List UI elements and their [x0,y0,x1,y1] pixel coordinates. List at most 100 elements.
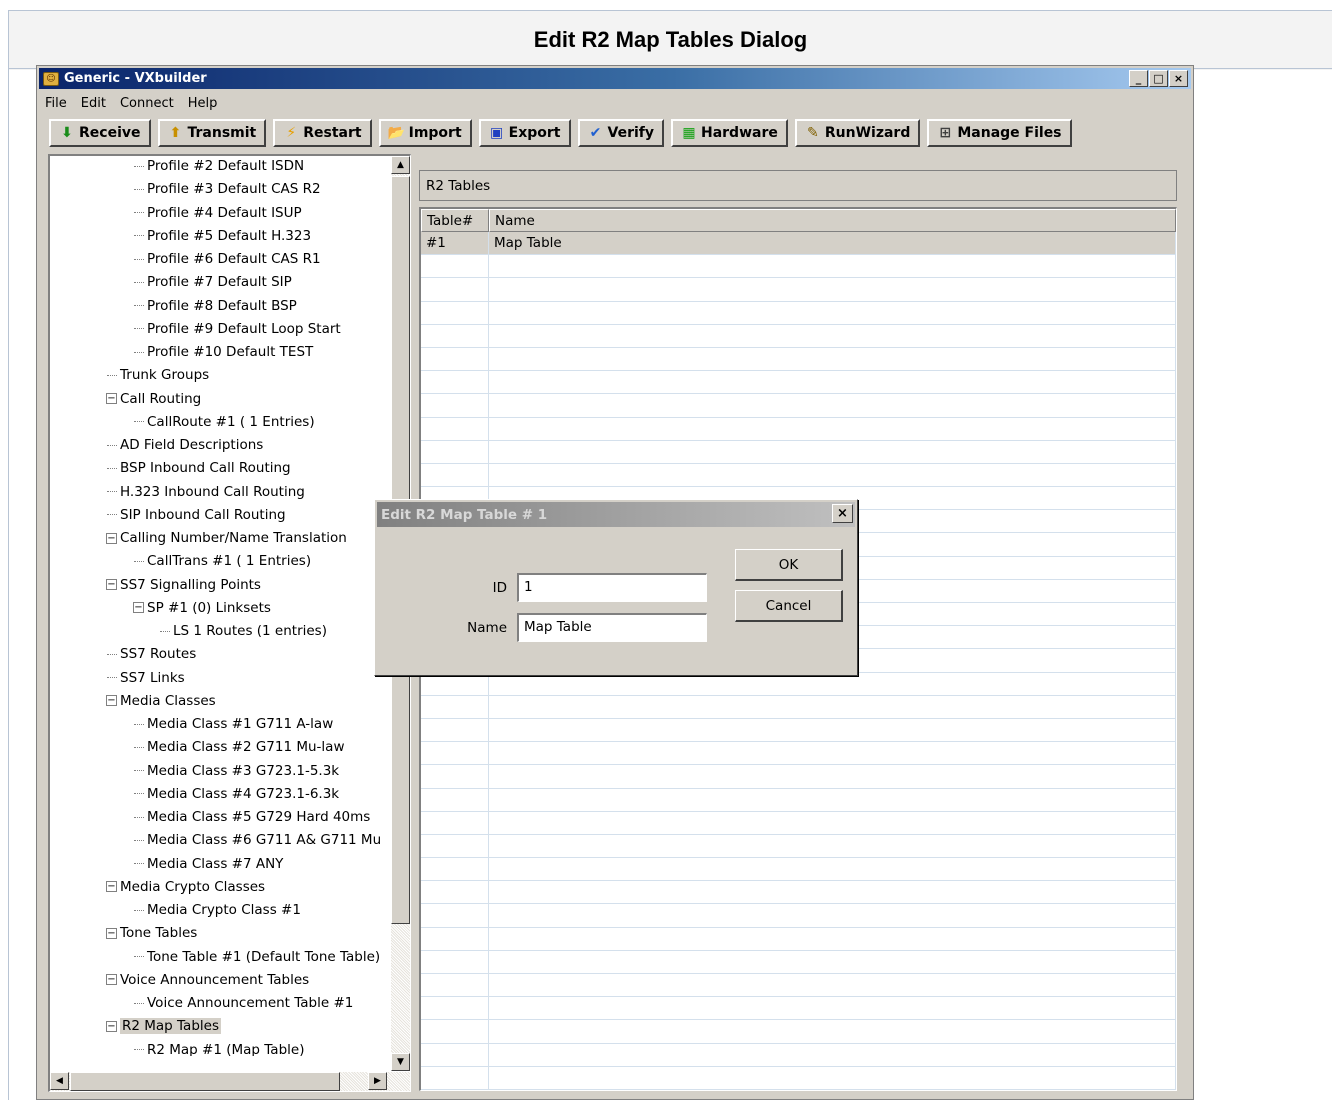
table-row[interactable]: #1 Map Table [421,232,1176,256]
menu-edit[interactable]: Edit [81,96,106,111]
name-field[interactable]: Map Table [517,613,707,642]
tree-connector [134,421,144,423]
tree-connector [134,1002,144,1004]
transmit-button[interactable]: ⬆ Transmit [157,119,267,147]
tree-content: Profile #2 Default ISDN Profile #3 Defaul… [50,156,380,1056]
cancel-button[interactable]: Cancel [735,590,843,622]
collapse-icon[interactable]: − [106,881,117,893]
tree-item[interactable]: Trunk Groups [107,365,209,385]
collapse-icon[interactable]: − [133,602,144,614]
dialog-titlebar[interactable]: Edit R2 Map Table # 1 [377,502,855,527]
tree-item[interactable]: Media Class #3 G723.1-5.3k [134,761,339,781]
tree-item[interactable]: − SS7 Signalling Points [106,575,261,595]
empty-table-row [421,950,1176,974]
tree-item[interactable]: Media Class #6 G711 A& G711 Mu [134,830,380,850]
tree-item[interactable]: AD Field Descriptions [107,435,263,455]
tree-item[interactable]: Media Class #4 G723.1-6.3k [134,784,339,804]
tree-item[interactable]: Tone Table #1 (Default Tone Table) [134,947,380,967]
menu-file[interactable]: File [45,96,67,111]
tree-item[interactable]: LS 1 Routes (1 entries) [160,621,327,641]
tree-item[interactable]: CallTrans #1 ( 1 Entries) [134,551,311,571]
tree-item[interactable]: Voice Announcement Table #1 [134,993,353,1013]
tree-item-label: Tone Tables [120,925,198,942]
tree-item[interactable]: CallRoute #1 ( 1 Entries) [134,412,315,432]
close-button[interactable]: × [1169,70,1188,87]
tree-item[interactable]: − Tone Tables [106,923,197,943]
tree-item[interactable]: Profile #3 Default CAS R2 [134,179,321,199]
scroll-up-arrow-icon[interactable]: ▲ [391,156,410,174]
manage-files-button[interactable]: ⊞ Manage Files [927,119,1072,147]
tree-item[interactable]: − Calling Number/Name Translation [106,528,347,548]
tree-item[interactable]: Profile #9 Default Loop Start [134,319,341,339]
tree-item[interactable]: − Call Routing [106,389,201,409]
column-header-table-number[interactable]: Table# [421,209,489,232]
tree-item[interactable]: SIP Inbound Call Routing [107,505,286,525]
empty-table-row [421,324,1176,348]
tree-item[interactable]: Media Class #5 G729 Hard 40ms [134,807,370,827]
menu-help[interactable]: Help [188,96,218,111]
empty-cell [421,347,489,371]
scroll-down-arrow-icon[interactable]: ▼ [391,1053,410,1071]
tree-item[interactable]: − R2 Map Tables [106,1016,221,1036]
tree-item[interactable]: BSP Inbound Call Routing [107,458,291,478]
tree-item[interactable]: − Voice Announcement Tables [106,970,309,990]
tree-item-label: Media Class #6 G711 A& G711 Mu [147,832,380,849]
tree-item-label: Media Class #4 G723.1-6.3k [147,785,340,802]
scroll-left-arrow-icon[interactable]: ◀ [50,1072,69,1090]
verify-button[interactable]: ✔ Verify [577,119,664,147]
tree-item[interactable]: SS7 Routes [107,644,196,664]
import-button[interactable]: 📂 Import [378,119,472,147]
dialog-close-button[interactable]: × [832,504,853,523]
toolbar-button-label: Verify [607,125,654,141]
runwizard-button[interactable]: ✎ RunWizard [794,119,921,147]
empty-table-row [421,811,1176,835]
maximize-button[interactable]: □ [1149,70,1168,87]
empty-cell [489,394,1176,417]
collapse-icon[interactable]: − [106,532,117,544]
collapse-icon[interactable]: − [106,1020,117,1032]
collapse-icon[interactable]: − [106,393,117,404]
menu-connect[interactable]: Connect [120,96,174,111]
tree-item-label: SS7 Routes [120,646,197,663]
tree-item-label: SP #1 (0) Linksets [147,599,271,616]
tree-item[interactable]: Media Class #7 ANY [134,854,283,874]
tree-item[interactable]: Media Crypto Class #1 [134,900,301,920]
tree-item[interactable]: − Media Crypto Classes [106,877,265,897]
minimize-button[interactable]: _ [1129,70,1148,87]
restart-button[interactable]: ⚡ Restart [273,119,372,147]
tree-hscroll-thumb[interactable] [70,1072,340,1091]
tree-item[interactable]: Profile #10 Default TEST [134,342,313,362]
tree-item[interactable]: R2 Map #1 (Map Table) [134,1040,304,1056]
hardware-button[interactable]: ▦ Hardware [670,119,788,147]
name-label: Name [467,620,507,636]
collapse-icon[interactable]: − [106,695,117,707]
tree-item[interactable]: Profile #6 Default CAS R1 [134,249,321,269]
tree-item[interactable]: Profile #4 Default ISUP [134,203,302,223]
collapse-icon[interactable]: − [106,579,117,590]
folder-icon: 📂 [387,125,406,141]
empty-cell [421,858,489,881]
tree-item[interactable]: − SP #1 (0) Linksets [133,598,271,618]
collapse-icon[interactable]: − [106,974,117,986]
toolbar-button-label: Import [408,125,462,141]
column-header-name[interactable]: Name [489,209,1176,232]
scroll-right-arrow-icon[interactable]: ▶ [368,1072,387,1090]
tree-item[interactable]: Profile #5 Default H.323 [134,226,311,246]
tree-item[interactable]: Profile #8 Default BSP [134,296,297,316]
tree-item[interactable]: Media Class #2 G711 Mu-law [134,737,345,757]
tree-item[interactable]: Media Class #1 G711 A-law [134,714,333,734]
receive-button[interactable]: ⬇ Receive [49,119,151,147]
ok-button[interactable]: OK [735,549,843,581]
tree-item[interactable]: H.323 Inbound Call Routing [107,482,305,502]
export-button[interactable]: ▣ Export [478,119,571,147]
collapse-icon[interactable]: − [106,927,117,939]
tree-item-label: LS 1 Routes (1 entries) [173,623,327,639]
tree-item[interactable]: Profile #2 Default ISDN [134,156,304,176]
tree-item[interactable]: SS7 Links [107,668,185,688]
tree-item[interactable]: Profile #7 Default SIP [134,272,292,292]
window-titlebar[interactable]: ☺ Generic - VXbuilder _ □ × [39,68,1191,89]
tree-horizontal-scrollbar[interactable]: ◀ ▶ [50,1072,410,1091]
id-field[interactable]: 1 [517,573,707,602]
empty-table-row [421,718,1176,743]
tree-item[interactable]: − Media Classes [106,691,216,711]
